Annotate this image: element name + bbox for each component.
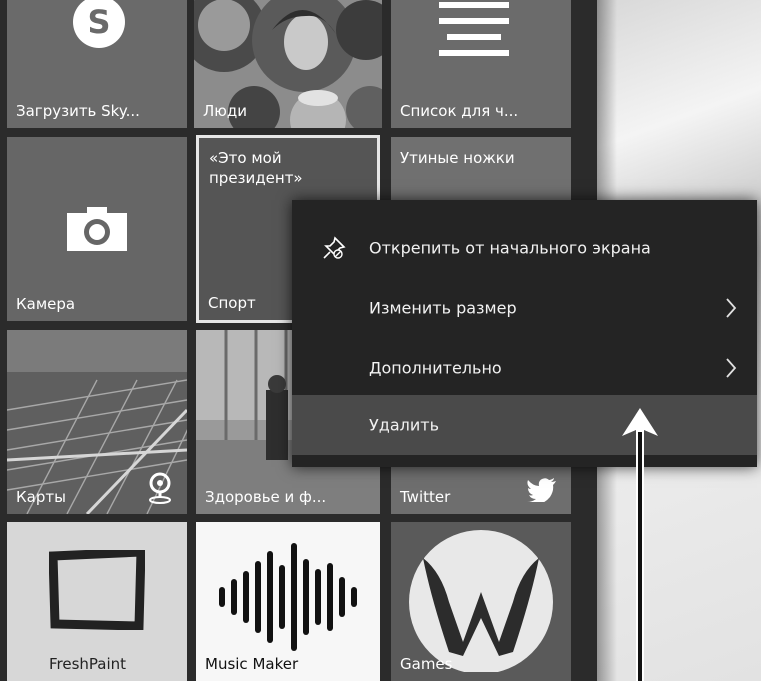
tile-label: Спорт [208, 294, 256, 312]
tile-label: Twitter [400, 488, 451, 506]
tile-label: Карты [16, 488, 66, 506]
menu-item-label: Удалить [369, 415, 439, 435]
chevron-right-icon [726, 298, 737, 318]
menu-item-more[interactable]: Дополнительно [292, 338, 757, 398]
tile-maps[interactable]: Карты [7, 330, 187, 514]
camera-icon [67, 207, 127, 251]
menu-item-label: Изменить размер [369, 298, 517, 318]
menu-item-uninstall[interactable]: Удалить [292, 395, 757, 455]
chevron-right-icon [726, 358, 737, 378]
tile-reading-list[interactable]: Список для ч... [391, 0, 571, 128]
tile-title: Утиные ножки [400, 149, 515, 167]
tile-skype[interactable]: S Загрузить Sky... [7, 0, 187, 128]
unpin-icon [323, 236, 346, 259]
up-arrow-icon [622, 408, 658, 681]
context-menu: Открепить от начального экрана Изменить … [292, 200, 757, 467]
tile-label: Список для ч... [400, 102, 519, 120]
map-pin-icon [149, 472, 171, 504]
tile-label: Здоровье и ф... [205, 488, 327, 506]
skype-icon: S [73, 0, 125, 48]
menu-item-resize[interactable]: Изменить размер [292, 278, 757, 338]
w-logo-icon [409, 530, 553, 672]
tile-games[interactable]: Games [391, 522, 571, 681]
tile-people[interactable]: Люди [194, 0, 382, 128]
tile-label: Камера [16, 295, 76, 313]
tile-music-maker[interactable]: Music Maker [196, 522, 380, 681]
svg-text:S: S [87, 3, 110, 41]
reading-list-icon [439, 2, 509, 56]
tile-label: Люди [203, 102, 248, 120]
tile-camera[interactable]: Камера [7, 137, 187, 321]
waveform-icon [219, 543, 357, 651]
tile-fresh-paint[interactable]: FreshPaint [7, 522, 187, 681]
menu-item-unpin[interactable]: Открепить от начального экрана [292, 218, 757, 278]
menu-item-label: Открепить от начального экрана [369, 238, 651, 258]
news-headline: «Это мой президент» [209, 149, 303, 187]
twitter-bird-icon [527, 478, 556, 502]
tile-label: Загрузить Sky... [16, 102, 140, 120]
frame-icon [49, 550, 145, 630]
tile-label: Games [400, 655, 453, 673]
menu-item-label: Дополнительно [369, 358, 502, 378]
tile-label: FreshPaint [49, 655, 127, 673]
tile-label: Music Maker [205, 655, 299, 673]
